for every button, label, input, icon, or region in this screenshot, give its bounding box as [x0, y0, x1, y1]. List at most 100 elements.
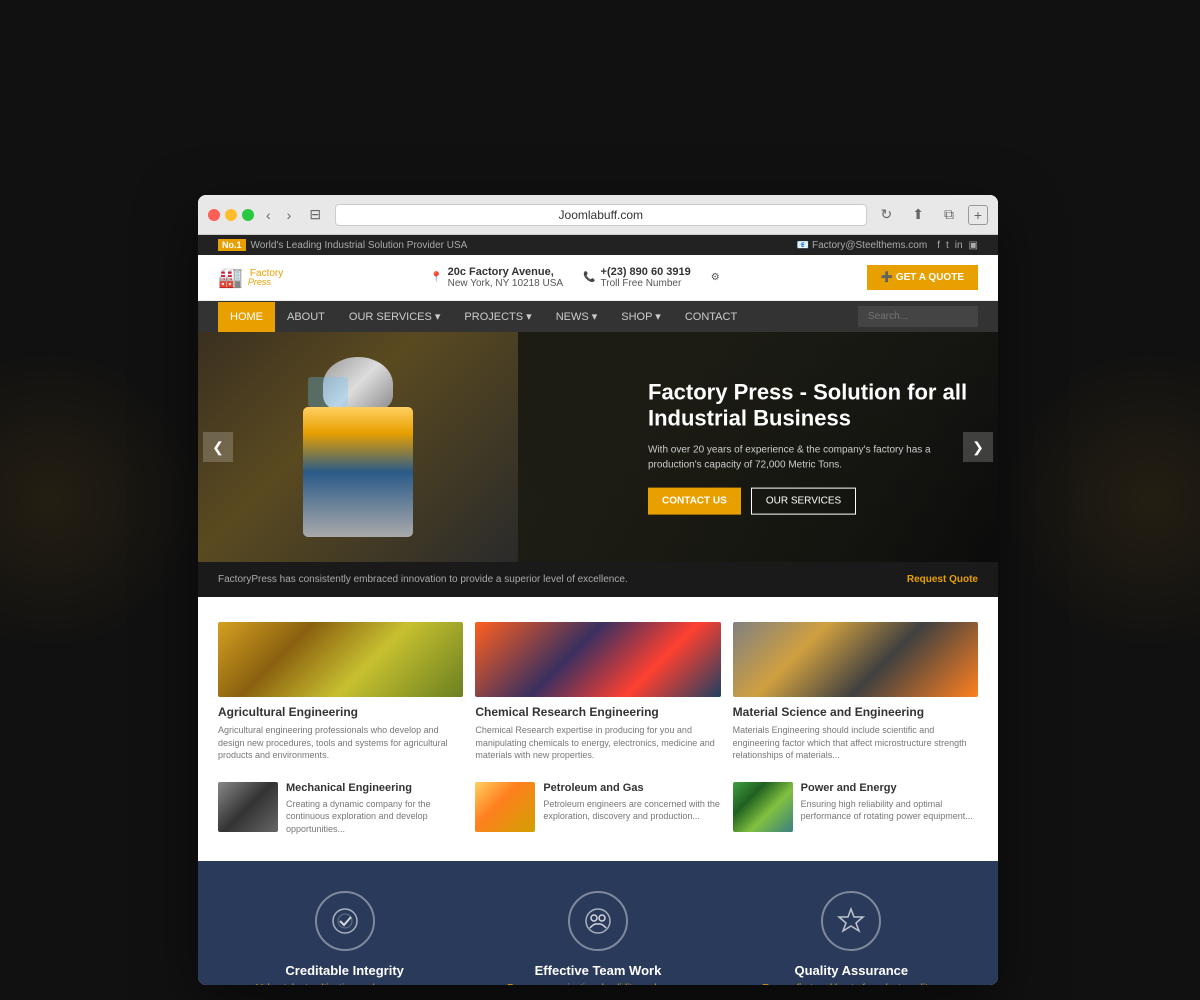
window-controls	[208, 209, 254, 221]
nav-news[interactable]: NEWS ▾	[544, 301, 610, 332]
header-contact-info: 📍 20c Factory Avenue, New York, NY 10218…	[430, 266, 720, 289]
main-navbar: HOME ABOUT OUR SERVICES ▾ PROJECTS ▾ NEW…	[198, 301, 998, 332]
info-bar: FactoryPress has consistently embraced i…	[198, 562, 998, 597]
service-petroleum-desc: Petroleum engineers are concerned with t…	[543, 798, 720, 823]
phone-text: +(23) 890 60 3919 Troll Free Number	[601, 266, 691, 289]
hero-subtitle: With over 20 years of experience & the c…	[648, 442, 968, 472]
worker-body	[303, 407, 413, 537]
location-icon: 📍	[430, 272, 442, 283]
browser-window: ‹ › ⊟ Joomlabuff.com ↻ ⬆ ⧉ + No.1 World'…	[198, 195, 998, 985]
sidebar-button[interactable]: ⊟	[303, 204, 327, 225]
service-power-image	[733, 782, 793, 832]
nav-home[interactable]: HOME	[218, 302, 275, 332]
forward-button[interactable]: ›	[283, 205, 296, 225]
teamwork-title: Effective Team Work	[498, 963, 698, 978]
service-card-material[interactable]: Material Science and Engineering Materia…	[733, 622, 978, 762]
address-item: 📍 20c Factory Avenue, New York, NY 10218…	[430, 266, 563, 289]
back-button[interactable]: ‹	[262, 205, 275, 225]
logo-text-group: Factory Press	[248, 268, 283, 287]
browser-toolbar: ‹ › ⊟ Joomlabuff.com ↻ ⬆ ⧉ +	[198, 195, 998, 235]
service-chemical-image	[475, 622, 720, 697]
nav-about[interactable]: ABOUT	[275, 302, 337, 332]
service-mechanical-content: Mechanical Engineering Creating a dynami…	[286, 782, 463, 836]
nav-projects[interactable]: PROJECTS ▾	[452, 301, 543, 332]
service-petroleum-content: Petroleum and Gas Petroleum engineers ar…	[543, 782, 720, 836]
our-services-button[interactable]: OUR SERVICES	[751, 487, 856, 514]
hero-buttons: CONTACT US OUR SERVICES	[648, 487, 968, 514]
service-card-mechanical[interactable]: Mechanical Engineering Creating a dynami…	[218, 782, 463, 836]
integrity-subtitle: Value talent cultivation and encourage..…	[245, 983, 445, 985]
service-petroleum-title: Petroleum and Gas	[543, 782, 720, 794]
info-bar-text: FactoryPress has consistently embraced i…	[218, 574, 628, 585]
hero-text-content: Factory Press - Solution for all Industr…	[648, 380, 968, 515]
site-header: 🏭 Factory Press 📍 20c Factory Avenue, Ne…	[198, 255, 998, 301]
footer-integrity: Creditable Integrity Value talent cultiv…	[245, 891, 445, 985]
quality-subtitle: Ensure first and best of product quality…	[751, 983, 951, 985]
settings-item[interactable]: ⚙	[711, 272, 720, 283]
logo-icon: 🏭	[218, 265, 243, 290]
top-bar: No.1 World's Leading Industrial Solution…	[198, 235, 998, 255]
service-chemical-title: Chemical Research Engineering	[475, 705, 720, 719]
nav-services[interactable]: OUR SERVICES ▾	[337, 301, 453, 332]
duplicate-button[interactable]: ⧉	[938, 204, 960, 225]
minimize-button[interactable]	[225, 209, 237, 221]
services-bottom-grid: Mechanical Engineering Creating a dynami…	[218, 782, 978, 836]
address-line1: 20c Factory Avenue,	[448, 266, 563, 278]
request-quote-link[interactable]: Request Quote	[907, 574, 978, 585]
nav-contact[interactable]: CONTACT	[673, 302, 749, 332]
hero-section: Factory Press - Solution for all Industr…	[198, 332, 998, 562]
service-material-image	[733, 622, 978, 697]
maximize-button[interactable]	[242, 209, 254, 221]
nav-shop[interactable]: SHOP ▾	[609, 301, 673, 332]
address-text: 20c Factory Avenue, New York, NY 10218 U…	[448, 266, 563, 289]
share-button[interactable]: ⬆	[906, 204, 930, 225]
service-material-desc: Materials Engineering should include sci…	[733, 724, 978, 762]
top-bar-left: No.1 World's Leading Industrial Solution…	[218, 239, 467, 251]
instagram-icon[interactable]: ▣	[969, 240, 978, 251]
teamwork-subtitle: Pursue organizational solidity and pass.…	[498, 983, 698, 985]
service-card-agricultural[interactable]: Agricultural Engineering Agricultural en…	[218, 622, 463, 762]
hero-prev-button[interactable]: ❮	[203, 432, 233, 462]
service-material-title: Material Science and Engineering	[733, 705, 978, 719]
service-chemical-desc: Chemical Research expertise in producing…	[475, 724, 720, 762]
services-section: Agricultural Engineering Agricultural en…	[198, 597, 998, 861]
footer-teamwork: Effective Team Work Pursue organizationa…	[498, 891, 698, 985]
contact-us-button[interactable]: CONTACT US	[648, 487, 741, 514]
reload-button[interactable]: ↻	[875, 204, 899, 225]
service-agricultural-desc: Agricultural engineering professionals w…	[218, 724, 463, 762]
url-bar[interactable]: Joomlabuff.com	[335, 204, 866, 226]
integrity-icon	[315, 891, 375, 951]
top-bar-email: 📧 Factory@Steelthems.com	[797, 240, 927, 251]
service-power-desc: Ensuring high reliability and optimal pe…	[801, 798, 978, 823]
teamwork-icon	[568, 891, 628, 951]
twitter-icon[interactable]: t	[946, 240, 949, 251]
footer-quality: Quality Assurance Ensure first and best …	[751, 891, 951, 985]
new-tab-button[interactable]: +	[968, 205, 988, 225]
quality-icon	[821, 891, 881, 951]
settings-icon: ⚙	[711, 272, 720, 283]
nav-search-input[interactable]	[858, 306, 978, 327]
close-button[interactable]	[208, 209, 220, 221]
get-quote-button[interactable]: ➕ GET A QUOTE	[867, 265, 978, 290]
address-line2: New York, NY 10218 USA	[448, 278, 563, 289]
hero-title: Factory Press - Solution for all Industr…	[648, 380, 968, 433]
phone-sub: Troll Free Number	[601, 278, 691, 289]
service-mechanical-image	[218, 782, 278, 832]
footer-section: Creditable Integrity Value talent cultiv…	[198, 861, 998, 985]
quality-title: Quality Assurance	[751, 963, 951, 978]
website-content: No.1 World's Leading Industrial Solution…	[198, 235, 998, 985]
top-bar-tag: No.1	[218, 239, 246, 251]
service-mechanical-title: Mechanical Engineering	[286, 782, 463, 794]
hero-next-button[interactable]: ❯	[963, 432, 993, 462]
site-logo[interactable]: 🏭 Factory Press	[218, 265, 283, 290]
service-agricultural-image	[218, 622, 463, 697]
linkedin-icon[interactable]: in	[955, 240, 963, 251]
service-mechanical-desc: Creating a dynamic company for the conti…	[286, 798, 463, 836]
service-card-power[interactable]: Power and Energy Ensuring high reliabili…	[733, 782, 978, 836]
facebook-icon[interactable]: f	[937, 240, 940, 251]
service-card-chemical[interactable]: Chemical Research Engineering Chemical R…	[475, 622, 720, 762]
service-card-petroleum[interactable]: Petroleum and Gas Petroleum engineers ar…	[475, 782, 720, 836]
top-bar-tagline: World's Leading Industrial Solution Prov…	[251, 240, 468, 251]
top-bar-right: 📧 Factory@Steelthems.com f t in ▣	[797, 240, 978, 251]
integrity-title: Creditable Integrity	[245, 963, 445, 978]
